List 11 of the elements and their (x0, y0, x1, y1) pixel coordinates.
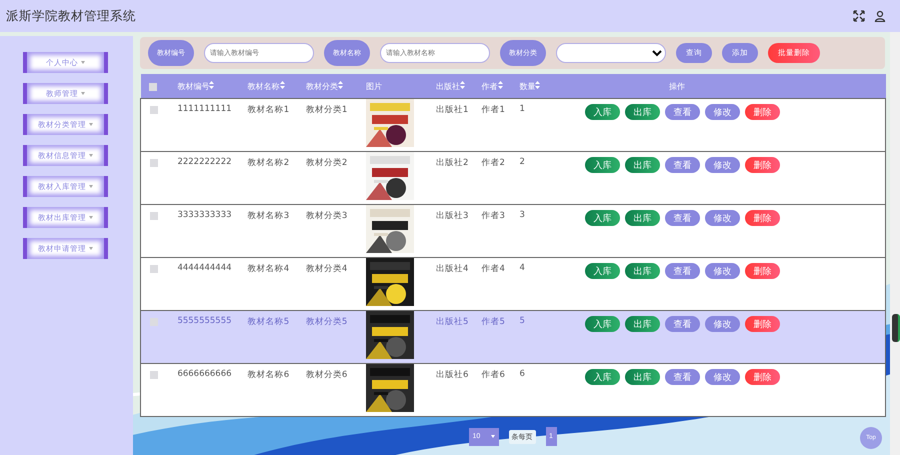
app-title: 派斯学院教材管理系统 (6, 8, 136, 24)
caret-icon (81, 92, 85, 95)
scrollbar-thumb[interactable] (892, 314, 900, 342)
caret-icon (89, 154, 93, 157)
caret-icon (81, 61, 85, 64)
user-icon[interactable] (874, 10, 886, 22)
caret-icon (89, 247, 93, 250)
caret-icon (89, 185, 93, 188)
caret-icon (89, 123, 93, 126)
caret-icon (89, 216, 93, 219)
fullscreen-icon[interactable] (853, 10, 865, 22)
